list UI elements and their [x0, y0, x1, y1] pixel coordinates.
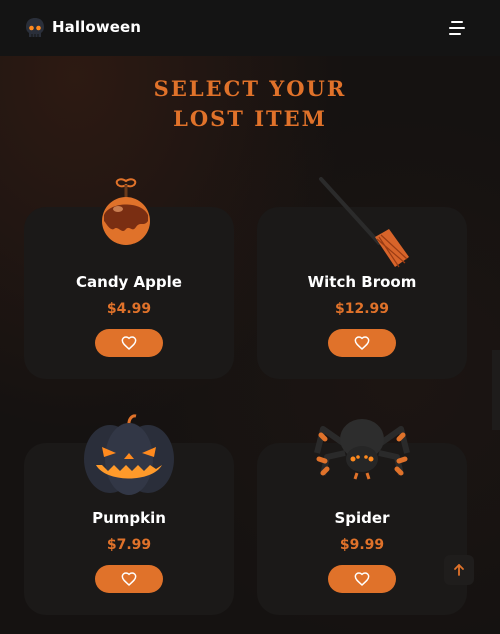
- product-name: Spider: [334, 509, 390, 527]
- page-title-line-2: lost item: [173, 106, 327, 131]
- favorite-button[interactable]: [328, 329, 396, 357]
- product-card-witch-broom[interactable]: Witch Broom $12.99: [257, 177, 467, 379]
- heart-icon: [354, 572, 370, 587]
- product-name: Witch Broom: [307, 273, 417, 291]
- heart-icon: [121, 336, 137, 351]
- scroll-to-top-button[interactable]: [444, 555, 474, 585]
- page-title-line-1: Select your: [153, 76, 347, 101]
- product-name: Candy Apple: [76, 273, 182, 291]
- menu-icon[interactable]: [446, 17, 468, 39]
- favorite-button[interactable]: [95, 565, 163, 593]
- jack-o-lantern-image: [84, 414, 174, 495]
- favorite-button[interactable]: [328, 565, 396, 593]
- product-price: $12.99: [334, 301, 390, 317]
- skull-icon[interactable]: [24, 17, 46, 39]
- product-card-spider[interactable]: Spider $9.99: [257, 419, 467, 615]
- header: Halloween: [0, 0, 500, 56]
- heart-icon: [354, 336, 370, 351]
- product-price: $4.99: [106, 301, 152, 317]
- heart-icon: [121, 572, 137, 587]
- page-title: Select your lost item: [0, 74, 500, 134]
- product-card-candy-apple[interactable]: Candy Apple $4.99: [24, 178, 234, 379]
- favorite-button[interactable]: [95, 329, 163, 357]
- arrow-up-icon: [454, 564, 464, 576]
- scrollbar[interactable]: [492, 350, 500, 430]
- brand-name[interactable]: Halloween: [52, 18, 141, 36]
- product-card-pumpkin[interactable]: Pumpkin $7.99: [24, 414, 234, 615]
- product-price: $9.99: [339, 537, 385, 553]
- candy-apple-image: [102, 178, 150, 245]
- product-name: Pumpkin: [92, 509, 166, 527]
- witch-broom-image: [319, 177, 409, 268]
- product-price: $7.99: [106, 537, 152, 553]
- spider-image: [314, 419, 410, 480]
